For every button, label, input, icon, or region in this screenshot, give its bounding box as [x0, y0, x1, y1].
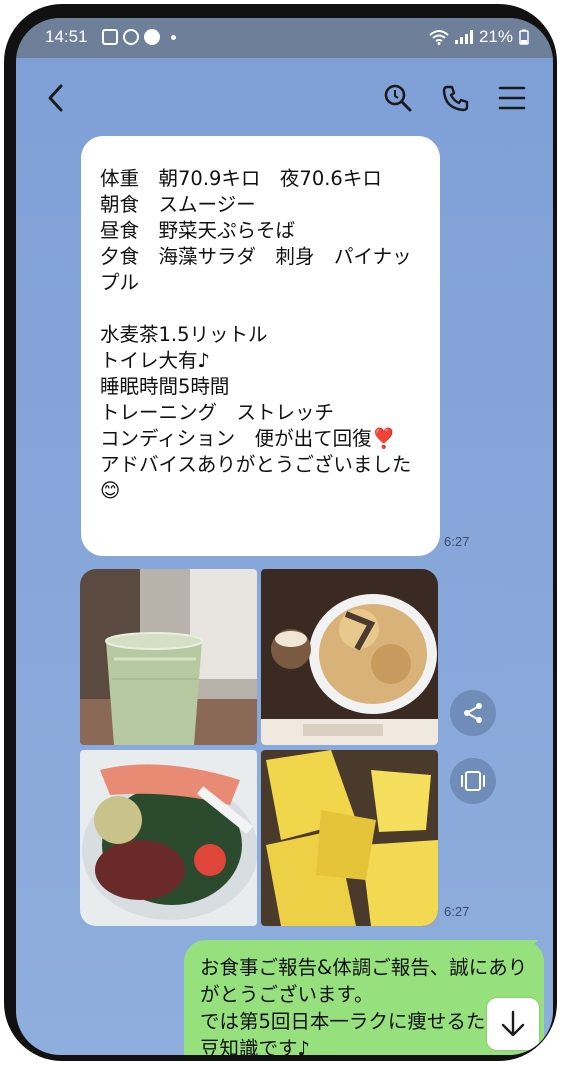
- phone-frame: 14:51 21% 体重 朝70.9キロ 夜70.6キロ 朝食 スムージー 昼食…: [0, 0, 561, 1065]
- share-icon: [464, 703, 482, 723]
- scroll-to-bottom-button[interactable]: [487, 998, 539, 1050]
- instagram-icon: [123, 29, 139, 45]
- screenshot-button[interactable]: [450, 758, 496, 804]
- status-bar: 14:51 21%: [16, 18, 553, 58]
- photo-grid: [80, 569, 438, 926]
- more-notifications-dot: [171, 34, 176, 40]
- chevron-left-icon: [48, 84, 63, 112]
- photo-smoothie[interactable]: [80, 569, 257, 745]
- outgoing-bubble-tail: [524, 940, 538, 954]
- gallery-icon: [102, 29, 118, 45]
- incoming-message[interactable]: 体重 朝70.9キロ 夜70.6キロ 朝食 スムージー 昼食 野菜天ぷらそば 夕…: [81, 136, 440, 556]
- outgoing-message-text: お食事ご報告&体調ご報告、誠にありがとうございます。 では第5回日本一ラクに痩せ…: [200, 956, 528, 1055]
- signal-icon: [454, 30, 473, 44]
- message-text: 体重 朝70.9キロ 夜70.6キロ 朝食 スムージー 昼食 野菜天ぷらそば 夕…: [100, 167, 412, 502]
- menu-button[interactable]: [492, 78, 532, 118]
- photo-time: 6:27: [444, 904, 470, 919]
- wifi-icon: [429, 30, 449, 45]
- photo-tempura-soba[interactable]: [261, 569, 438, 745]
- status-right: 21%: [429, 27, 529, 47]
- search-icon: [384, 84, 412, 112]
- arrow-down-icon: [501, 1010, 525, 1037]
- share-button[interactable]: [450, 690, 496, 736]
- phone-body: 14:51 21% 体重 朝70.9キロ 夜70.6キロ 朝食 スムージー 昼食…: [4, 4, 557, 1061]
- search-button[interactable]: [378, 78, 418, 118]
- back-button[interactable]: [36, 78, 76, 118]
- status-time: 14:51: [45, 27, 88, 46]
- chat-screen: 14:51 21% 体重 朝70.9キロ 夜70.6キロ 朝食 スムージー 昼食…: [16, 18, 553, 1055]
- photo-pineapple[interactable]: [261, 750, 438, 926]
- notification-icons: [102, 29, 176, 45]
- menu-icon: [498, 86, 526, 110]
- screenshot-icon: [461, 771, 485, 791]
- battery-percent: 21%: [478, 27, 513, 46]
- phone-icon: [442, 85, 469, 112]
- check-circle-icon: [144, 29, 160, 45]
- chat-header: [16, 58, 553, 138]
- message-time: 6:27: [444, 534, 470, 549]
- battery-charging-icon: [519, 29, 529, 45]
- call-button[interactable]: [436, 78, 476, 118]
- photo-seaweed-salad[interactable]: [80, 750, 257, 926]
